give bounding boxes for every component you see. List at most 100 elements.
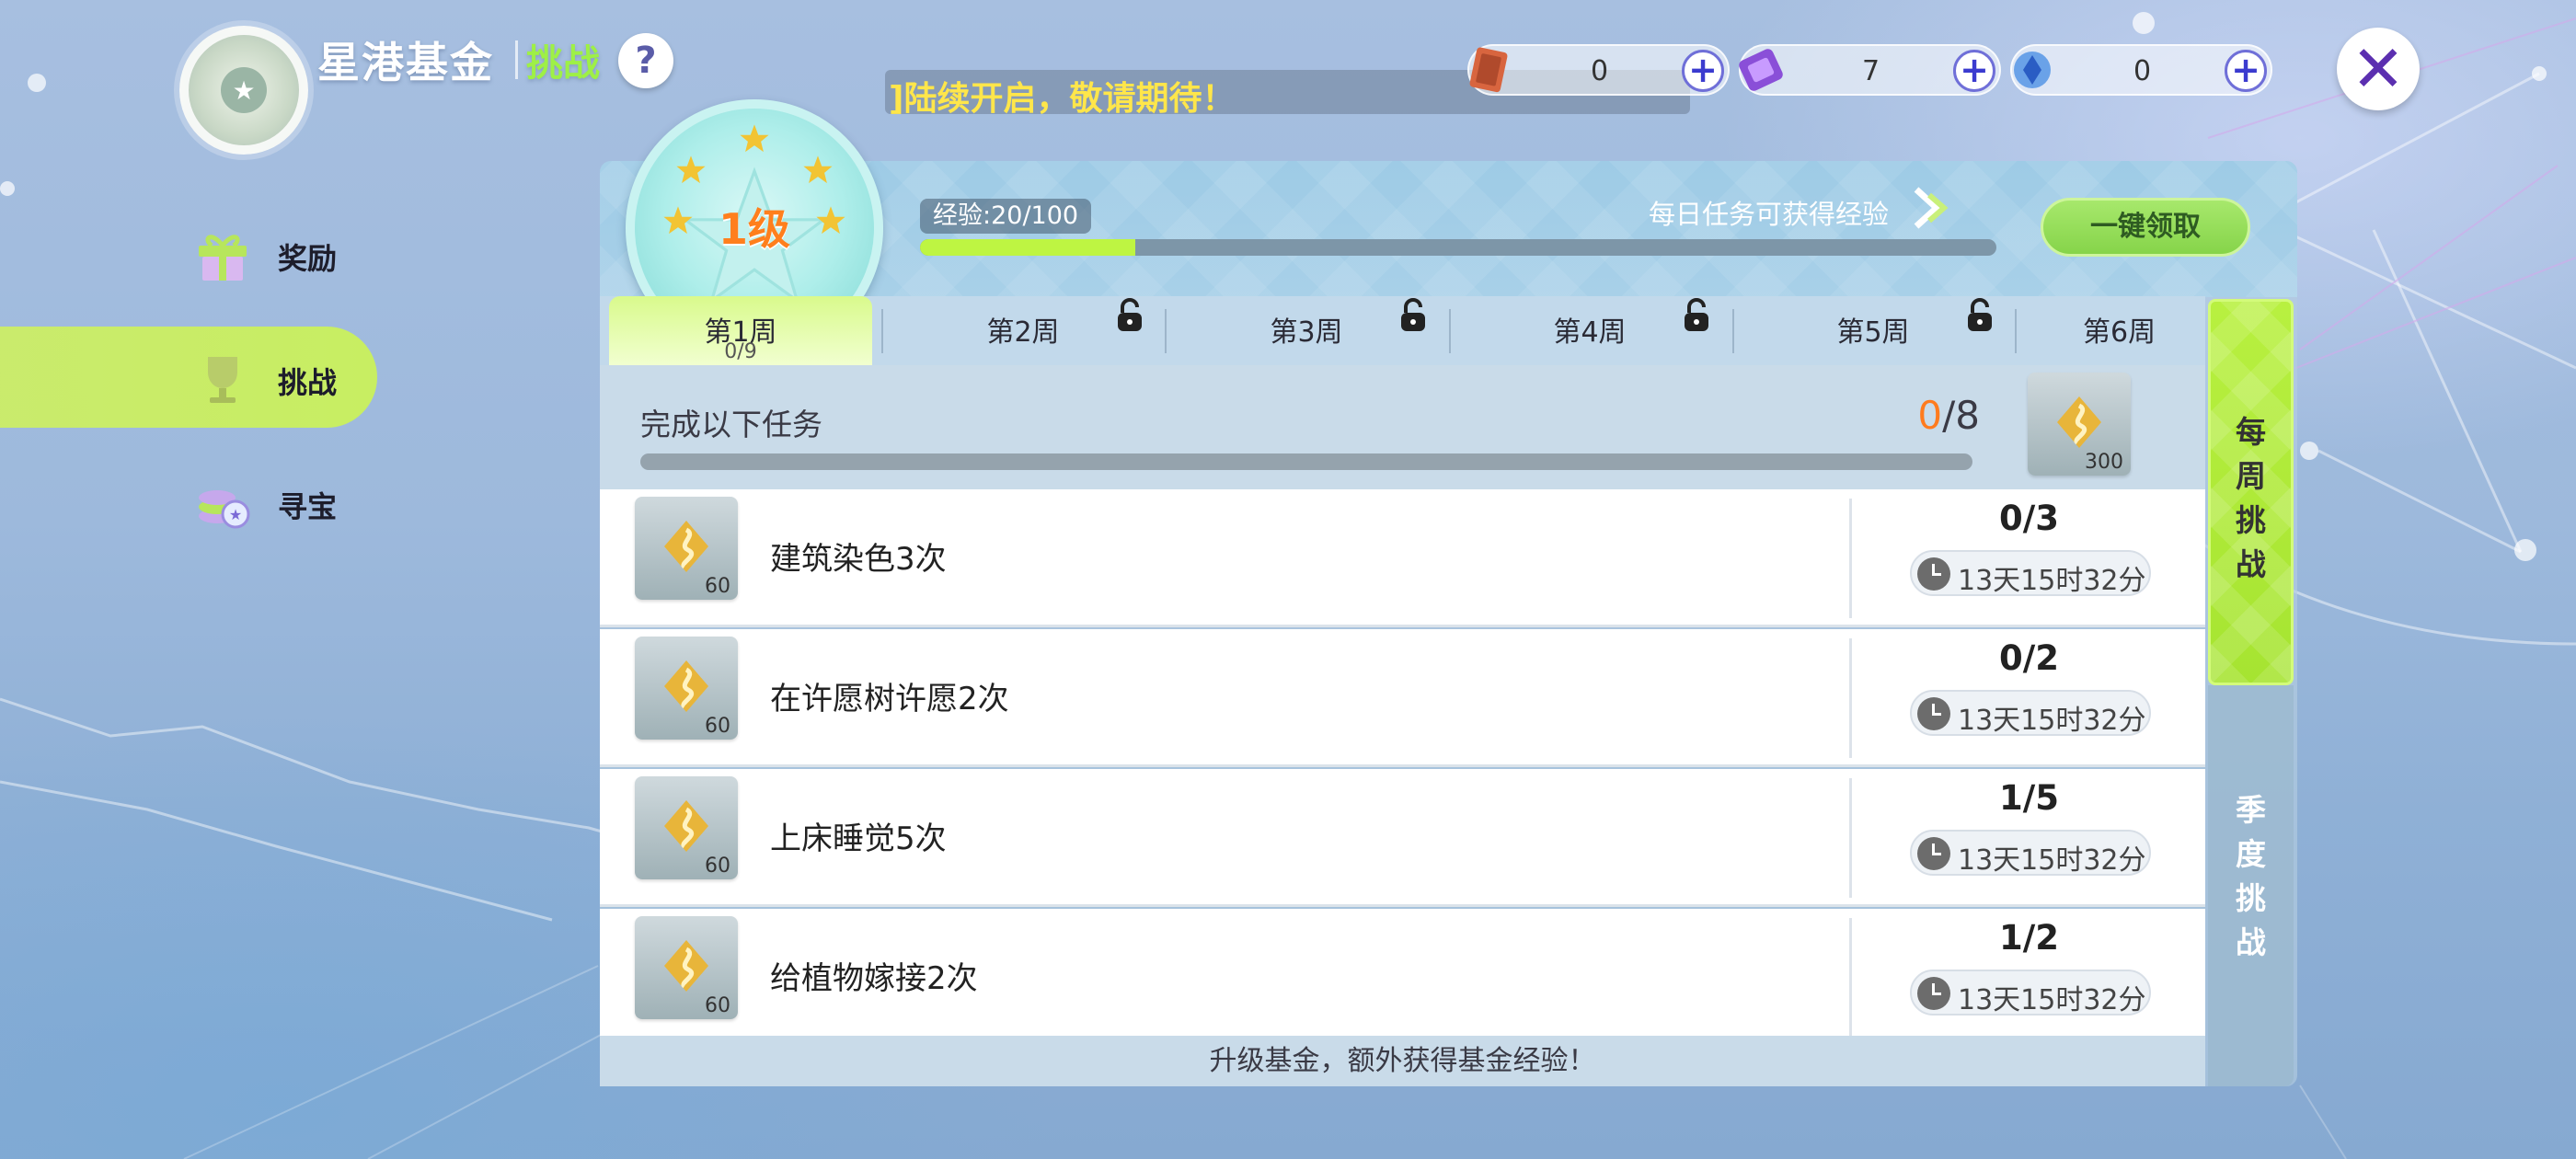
clock-icon <box>1917 837 1950 870</box>
tab-week-2[interactable]: 第2周 <box>885 296 1161 365</box>
task-completed-count: 0 <box>1917 393 1943 438</box>
task-progress: 0/2 <box>1998 638 2059 678</box>
clock-icon <box>1917 697 1950 730</box>
add-purple-ticket-button[interactable]: + <box>1953 50 1995 92</box>
task-timer: 13天15时32分 <box>1910 830 2151 877</box>
side-tab-label: 每 周 挑 战 <box>2236 414 2266 582</box>
tab-divider <box>881 309 883 353</box>
tab-divider <box>1165 309 1167 353</box>
tab-weekly-challenge[interactable]: 每 周 挑 战 <box>2208 299 2294 685</box>
nav-label: 挑战 <box>278 365 338 400</box>
clock-icon <box>1917 977 1950 1010</box>
task-name: 建筑染色3次 <box>770 541 947 578</box>
task-timer: 13天15时32分 <box>1910 970 2151 1016</box>
tab-week-1[interactable]: 第1周 0/9 <box>609 296 872 365</box>
purple-ticket-icon <box>1739 49 1783 91</box>
task-reward[interactable]: 60 <box>635 637 738 740</box>
tab-progress: 0/9 <box>724 340 757 363</box>
timer-text: 13天15时32分 <box>1958 984 2146 1016</box>
red-card-icon <box>1469 47 1508 93</box>
task-timer: 13天15时32分 <box>1910 690 2151 737</box>
task-name: 上床睡觉5次 <box>770 820 947 857</box>
tab-week-6[interactable]: 第6周 <box>2018 296 2202 365</box>
reward-amount: 60 <box>705 575 730 598</box>
task-progress: 0/3 <box>1998 499 2059 538</box>
task-summary-progress-bar <box>640 453 1972 470</box>
trophy-icon <box>208 357 237 403</box>
tab-divider <box>1732 309 1734 353</box>
currency-purple-ticket: 7 + <box>1739 44 2001 96</box>
blue-gem-icon <box>2014 52 2051 88</box>
tab-divider <box>1449 309 1451 353</box>
nav-item-rewards[interactable]: 奖励 <box>0 202 377 304</box>
chevron-right-icon[interactable] <box>1909 184 1953 232</box>
fund-logo: ★ <box>179 26 308 155</box>
currency-blue-gem: 0 + <box>2010 44 2272 96</box>
star-coin-icon: ★ <box>221 67 267 113</box>
row-divider <box>1849 638 1852 758</box>
coins-icon: ★ <box>199 490 250 529</box>
tab-week-5[interactable]: 第5周 <box>1735 296 2011 365</box>
help-button[interactable]: ? <box>618 33 673 88</box>
task-timer: 13天15时32分 <box>1910 550 2151 597</box>
gold-swirl-coin-icon <box>664 800 708 852</box>
lock-icon <box>1118 298 1142 331</box>
currency-value: 0 <box>2133 55 2152 87</box>
tab-season-challenge[interactable]: 季 度 挑 战 <box>2208 685 2294 1086</box>
page-subtitle: 挑战 <box>526 42 600 85</box>
gift-icon <box>199 235 247 281</box>
timer-text: 13天15时32分 <box>1958 705 2146 737</box>
gold-swirl-coin-icon <box>664 521 708 572</box>
nav-item-challenge[interactable]: 挑战 <box>0 327 377 428</box>
lock-icon <box>1685 298 1708 331</box>
nav-label: 奖励 <box>278 241 338 276</box>
experience-label: 经验:20/100 <box>920 199 1092 234</box>
star-icon <box>676 155 706 184</box>
task-row: 60 给植物嫁接2次 1/2 13天15时32分 <box>600 909 2205 1038</box>
task-summary-label: 完成以下任务 <box>640 407 822 442</box>
title-divider <box>515 40 518 79</box>
clock-icon <box>1917 557 1950 591</box>
lock-icon <box>1968 298 1992 331</box>
upgrade-fund-tip: 升级基金，额外获得基金经验！ <box>600 1036 2205 1086</box>
add-blue-gem-button[interactable]: + <box>2225 50 2267 92</box>
experience-progress-fill <box>920 239 1135 256</box>
tab-label: 第6周 <box>2083 316 2156 349</box>
nav-item-treasure[interactable]: ★ 寻宝 <box>0 451 377 552</box>
task-reward[interactable]: 60 <box>635 776 738 879</box>
add-red-card-button[interactable]: + <box>1682 50 1724 92</box>
reward-amount: 60 <box>705 855 730 878</box>
daily-task-tip: 每日任务可获得经验 <box>1649 199 1890 230</box>
task-reward[interactable]: 60 <box>635 497 738 600</box>
page-title: 星港基金 <box>317 38 494 87</box>
row-divider <box>1849 499 1852 618</box>
reward-amount: 60 <box>705 994 730 1017</box>
reward-amount: 300 <box>2085 451 2123 474</box>
gold-swirl-coin-icon <box>664 660 708 712</box>
task-reward[interactable]: 60 <box>635 916 738 1019</box>
experience-progress-bar <box>920 239 1996 256</box>
tab-week-3[interactable]: 第3周 <box>1168 296 1444 365</box>
task-row: 60 建筑染色3次 0/3 13天15时32分 <box>600 489 2205 627</box>
star-icon <box>803 155 833 184</box>
tab-week-4[interactable]: 第4周 <box>1452 296 1728 365</box>
gold-swirl-coin-icon <box>2057 396 2101 448</box>
ticker-text: ]陆续开启，敬请期待！ <box>889 80 1236 114</box>
nav-label: 寻宝 <box>278 489 338 524</box>
timer-text: 13天15时32分 <box>1958 844 2146 877</box>
svg-text:★: ★ <box>229 506 242 523</box>
level-label: 1级 <box>718 204 790 254</box>
lock-icon <box>1401 298 1425 331</box>
currency-value: 7 <box>1861 55 1880 87</box>
tab-divider <box>2015 309 2017 353</box>
task-total-count: /8 <box>1942 393 1980 438</box>
task-row: 60 上床睡觉5次 1/5 13天15时32分 <box>600 769 2205 907</box>
claim-all-button[interactable]: 一键领取 <box>2041 198 2250 257</box>
task-name: 在许愿树许愿2次 <box>770 681 1009 717</box>
summary-reward[interactable]: 300 <box>2028 373 2131 476</box>
row-divider <box>1849 918 1852 1038</box>
close-button[interactable]: ✕ <box>2337 28 2420 110</box>
currency-value: 0 <box>1590 55 1609 87</box>
timer-text: 13天15时32分 <box>1958 565 2146 597</box>
star-icon <box>740 124 769 153</box>
